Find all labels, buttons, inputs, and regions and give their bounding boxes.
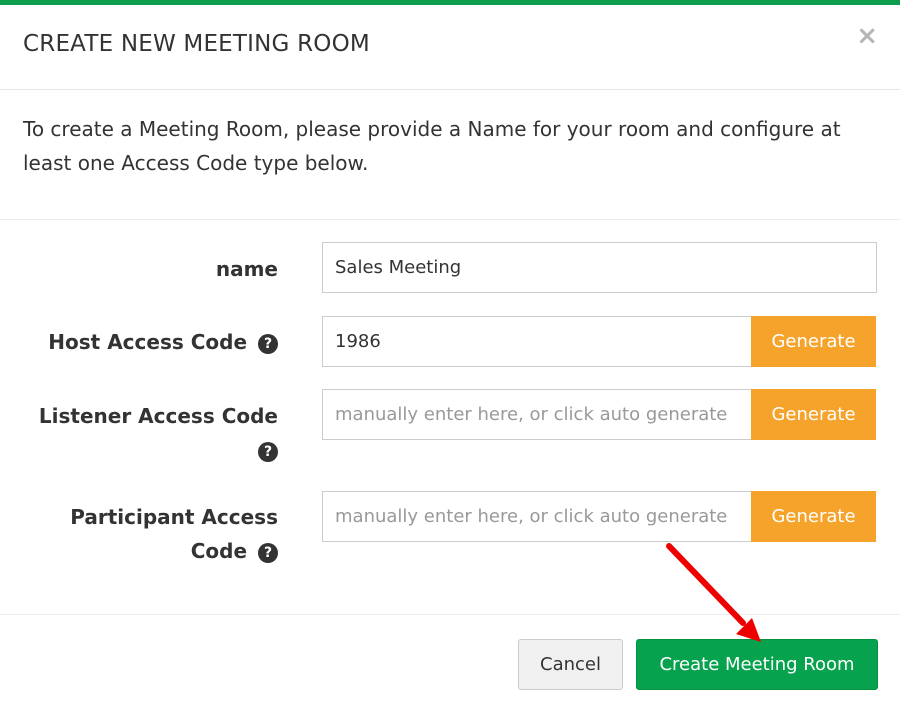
participant-access-code-label-line1: Participant Access	[70, 505, 278, 529]
participant-access-code-label-line2: Code	[190, 539, 248, 563]
question-circle-icon[interactable]: ?	[258, 442, 278, 462]
divider	[0, 614, 900, 615]
close-icon[interactable]: ×	[856, 23, 878, 49]
name-input[interactable]	[322, 242, 877, 293]
divider	[0, 219, 900, 220]
listener-generate-button[interactable]: Generate	[751, 389, 876, 440]
intro-text: To create a Meeting Room, please provide…	[23, 117, 841, 175]
create-meeting-room-button[interactable]: Create Meeting Room	[636, 639, 878, 690]
listener-access-code-label: Listener Access Code ?	[39, 399, 278, 467]
participant-access-code-label: Participant Access Code ?	[70, 500, 278, 568]
participant-access-code-input[interactable]	[322, 491, 752, 542]
cancel-button[interactable]: Cancel	[518, 639, 623, 690]
host-generate-button[interactable]: Generate	[751, 316, 876, 367]
participant-generate-button[interactable]: Generate	[751, 491, 876, 542]
question-circle-icon[interactable]: ?	[258, 543, 278, 563]
name-label: name	[216, 252, 278, 286]
modal-title: CREATE NEW MEETING ROOM	[23, 31, 370, 57]
host-access-code-label-text: Host Access Code	[48, 330, 248, 354]
question-circle-icon[interactable]: ?	[258, 334, 278, 354]
host-access-code-input[interactable]	[322, 316, 752, 367]
host-access-code-label: Host Access Code ?	[48, 325, 278, 359]
listener-access-code-label-text: Listener Access Code	[38, 404, 278, 428]
arrow-shaft	[666, 543, 746, 626]
listener-access-code-input[interactable]	[322, 389, 752, 440]
name-label-text: name	[215, 257, 278, 281]
modal-header: CREATE NEW MEETING ROOM ×	[0, 5, 900, 90]
